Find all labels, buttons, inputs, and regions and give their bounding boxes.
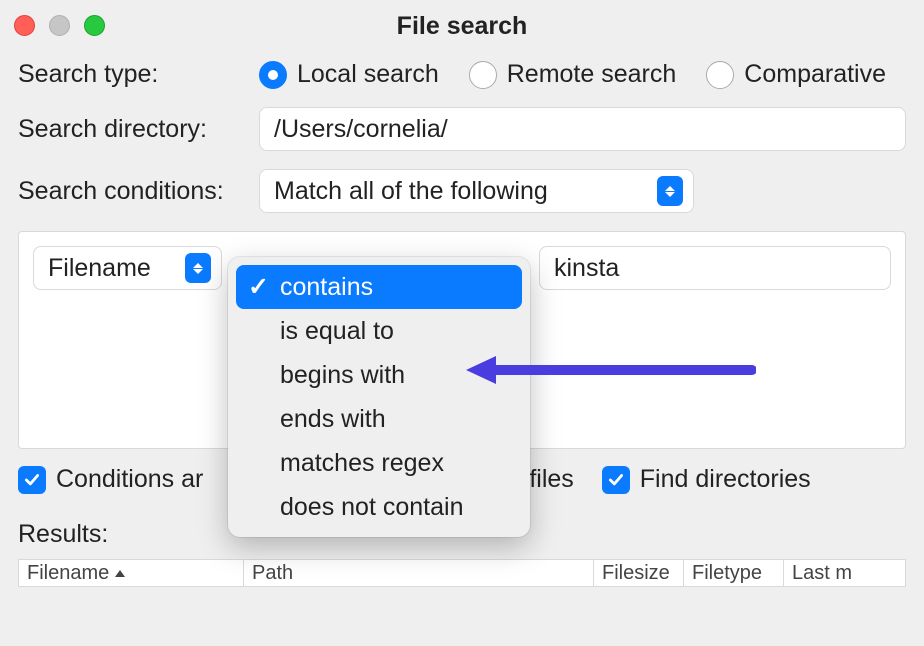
search-type-radio-group: Local search Remote search Comparative — [259, 60, 886, 89]
radio-label: Remote search — [507, 60, 677, 89]
value-input[interactable] — [539, 246, 891, 290]
radio-icon — [259, 61, 287, 89]
search-type-row: Search type: Local search Remote search … — [18, 60, 906, 89]
checkbox-icon — [602, 466, 630, 494]
dropdown-item-label: matches regex — [280, 449, 444, 478]
close-icon[interactable] — [14, 15, 35, 36]
search-directory-input[interactable] — [259, 107, 906, 151]
conditions-mode-select[interactable]: Match all of the following — [259, 169, 694, 213]
checkbox-label: Conditions ar — [56, 465, 203, 494]
titlebar: File search — [0, 0, 924, 50]
radio-icon — [469, 61, 497, 89]
dropdown-item-label: is equal to — [280, 317, 394, 346]
dropdown-item-ends-with[interactable]: ends with — [236, 397, 522, 441]
dropdown-item-contains[interactable]: contains — [236, 265, 522, 309]
search-type-label: Search type: — [18, 60, 243, 89]
minimize-icon[interactable] — [49, 15, 70, 36]
radio-icon — [706, 61, 734, 89]
search-conditions-label: Search conditions: — [18, 177, 243, 206]
dropdown-item-label: contains — [280, 273, 373, 302]
dropdown-item-is-equal-to[interactable]: is equal to — [236, 309, 522, 353]
operator-dropdown: contains is equal to begins with ends wi… — [228, 257, 530, 537]
sort-ascending-icon — [115, 570, 125, 577]
radio-label: Comparative — [744, 60, 886, 89]
select-value: Filename — [48, 254, 151, 283]
chevron-up-down-icon — [185, 253, 211, 283]
dropdown-item-matches-regex[interactable]: matches regex — [236, 441, 522, 485]
files-label: files — [529, 465, 573, 494]
search-conditions-row: Search conditions: Match all of the foll… — [18, 169, 906, 213]
chevron-up-down-icon — [657, 176, 683, 206]
checkbox-find-directories[interactable]: Find directories — [602, 465, 811, 494]
column-label: Last m — [792, 562, 852, 585]
radio-remote-search[interactable]: Remote search — [469, 60, 677, 89]
results-table-header: Filename Path Filesize Filetype Last m — [18, 559, 906, 587]
maximize-icon[interactable] — [84, 15, 105, 36]
column-label: Path — [252, 562, 293, 585]
field-select[interactable]: Filename — [33, 246, 222, 290]
dropdown-item-label: begins with — [280, 361, 405, 390]
column-label: Filetype — [692, 562, 762, 585]
dropdown-item-label: ends with — [280, 405, 386, 434]
column-header-filetype[interactable]: Filetype — [684, 560, 784, 586]
traffic-lights — [14, 15, 105, 36]
column-header-filename[interactable]: Filename — [19, 560, 244, 586]
radio-local-search[interactable]: Local search — [259, 60, 439, 89]
column-header-path[interactable]: Path — [244, 560, 594, 586]
radio-comparative[interactable]: Comparative — [706, 60, 886, 89]
checkbox-conditions-ar[interactable]: Conditions ar — [18, 465, 203, 494]
column-header-last-m[interactable]: Last m — [784, 560, 905, 586]
column-header-filesize[interactable]: Filesize — [594, 560, 684, 586]
dropdown-item-does-not-contain[interactable]: does not contain — [236, 485, 522, 529]
window-title: File search — [397, 12, 528, 41]
dropdown-item-label: does not contain — [280, 493, 463, 522]
checkbox-label: Find directories — [640, 465, 811, 494]
search-directory-label: Search directory: — [18, 115, 243, 144]
column-label: Filename — [27, 562, 109, 585]
select-value: Match all of the following — [274, 177, 548, 206]
radio-label: Local search — [297, 60, 439, 89]
search-directory-row: Search directory: — [18, 107, 906, 151]
dropdown-item-begins-with[interactable]: begins with — [236, 353, 522, 397]
checkbox-icon — [18, 466, 46, 494]
column-label: Filesize — [602, 562, 670, 585]
